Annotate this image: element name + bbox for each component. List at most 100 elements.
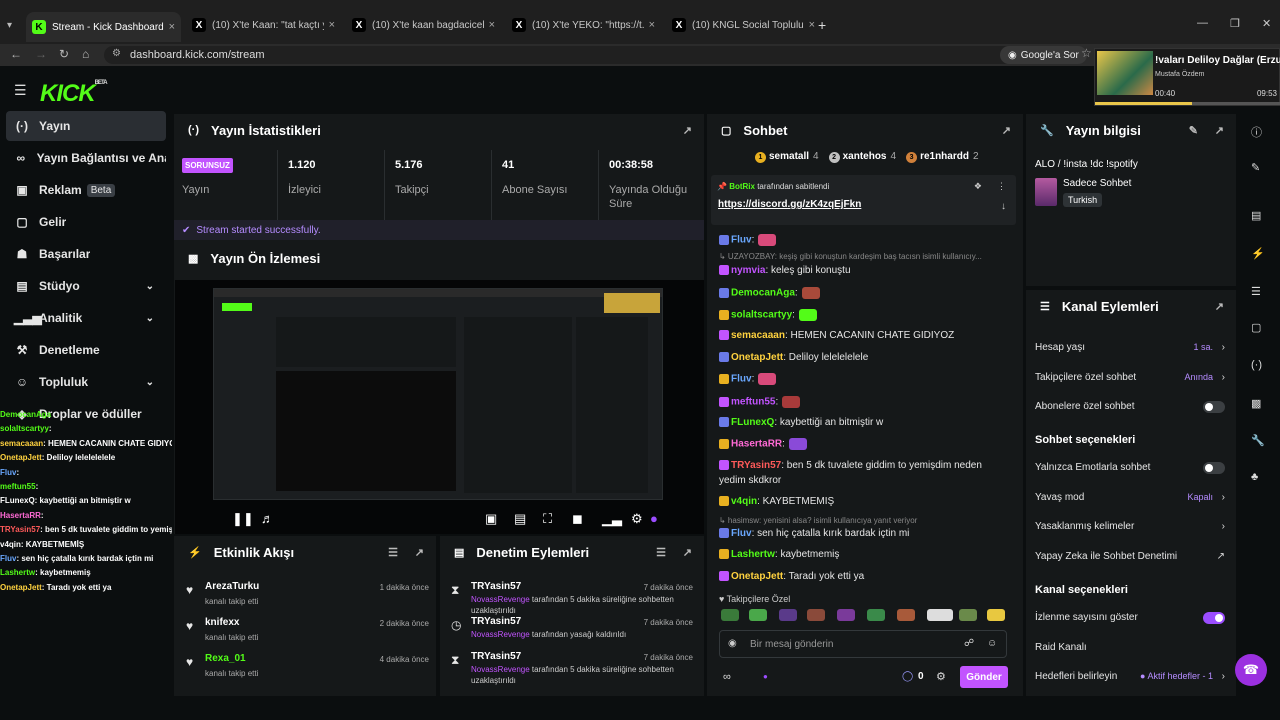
chat-username[interactable]: meftun55 <box>731 397 775 408</box>
restore-icon[interactable]: ❐ <box>1230 17 1240 30</box>
sidebar-item-2[interactable]: ∞ Yayın Bağlantısı ve Anahta <box>6 143 166 173</box>
chat-username[interactable]: DemocanAga <box>731 288 795 299</box>
channel-setting-row[interactable]: Hedefleri belirleyin ● Aktif hedefler - 1… <box>1035 671 1225 685</box>
collapse-icon[interactable]: ↓ <box>1001 201 1006 212</box>
external-link-icon[interactable]: ↗ <box>1217 551 1225 562</box>
leader-name[interactable]: xantehos <box>843 151 887 162</box>
channel-setting-row[interactable]: Takipçilere özel sohbet Anında › <box>1035 372 1225 386</box>
signal-icon[interactable]: ▁▃ <box>602 511 622 527</box>
popout-icon[interactable]: ↗ <box>415 546 424 559</box>
sidebar-item-7[interactable]: ▁▃▅ Analitik ⌄ <box>6 303 166 333</box>
chat-username[interactable]: OnetapJett <box>731 352 783 363</box>
sidebar-item-4[interactable]: ▢ Gelir <box>6 207 166 237</box>
support-chat-icon[interactable]: ☎ <box>1235 654 1267 686</box>
new-tab-button[interactable]: + <box>812 14 832 36</box>
more-icon[interactable]: ⋮ <box>997 181 1006 192</box>
site-info-icon[interactable]: ⚙ <box>112 48 121 59</box>
modlog-user[interactable]: TRYasin57 <box>471 581 521 592</box>
filter-icon[interactable]: ☰ <box>388 546 398 559</box>
popout-icon[interactable]: ↗ <box>683 124 692 137</box>
sidebar-item-6[interactable]: ▤ Stüdyo ⌄ <box>6 271 166 301</box>
fullscreen-icon[interactable]: ⛶ <box>543 511 552 527</box>
chat-username[interactable]: HasertaRR <box>731 439 782 450</box>
tab-close-icon[interactable]: × <box>169 21 175 33</box>
tab-3[interactable]: X (10) X'te kaan bagdacicek: "ser × <box>346 14 501 36</box>
pip-progress-bar[interactable] <box>1095 102 1280 105</box>
tab-4[interactable]: X (10) X'te YEKO: "https://t.co/W3 × <box>506 14 661 36</box>
activity-name[interactable]: knifexx <box>205 617 239 628</box>
tab-2[interactable]: X (10) X'te Kaan: "tat kaçtı ya http × <box>186 14 341 36</box>
google-ask-button[interactable]: ◉ Google'a Sor <box>1000 46 1087 64</box>
list-icon[interactable]: ☰ <box>1251 285 1261 298</box>
chat-username[interactable]: nymvia <box>731 265 765 276</box>
chat-username[interactable]: solaltscartyy <box>731 310 792 321</box>
broadcast-icon[interactable]: (·) <box>1251 359 1262 371</box>
pinned-message[interactable]: 📌 BotRix tarafından sabitlendi https://d… <box>711 175 1016 225</box>
sidebar-item-8[interactable]: ⚒ Denetleme <box>6 335 166 365</box>
chevron-right-icon[interactable]: › <box>1222 671 1225 682</box>
send-button[interactable]: Gönder <box>960 666 1008 688</box>
chat-settings-icon[interactable]: ◉ <box>728 638 737 649</box>
tab-5[interactable]: X(10) KNGL Social Topluluk / X× <box>666 14 821 36</box>
channel-setting-row[interactable]: Yavaş mod Kapalı › <box>1035 492 1225 506</box>
modlog-actor[interactable]: NovassRevenge <box>471 665 530 674</box>
popout-icon[interactable]: ↗ <box>1215 124 1224 137</box>
chat-username[interactable]: OnetapJett <box>731 571 783 582</box>
forward-icon[interactable]: → <box>35 47 47 61</box>
back-icon[interactable]: ← <box>10 47 22 61</box>
category-thumbnail[interactable] <box>1035 178 1057 206</box>
chat-username[interactable]: Fluv <box>731 374 752 385</box>
mute-icon[interactable]: ♬ <box>261 511 274 526</box>
chat-username[interactable]: semacaaan <box>731 330 785 341</box>
translate-icon[interactable]: ☍ <box>964 638 974 649</box>
chevron-down-icon[interactable]: ⌄ <box>146 313 154 324</box>
channel-setting-row[interactable]: Yasaklanmış kelimeler › <box>1035 521 1225 535</box>
emote-bar[interactable] <box>719 607 1009 625</box>
sidebar-item-1[interactable]: (·) Yayın <box>6 111 166 141</box>
chat-username[interactable]: Lashertw <box>731 549 775 560</box>
tab-close-icon[interactable]: × <box>649 19 655 31</box>
settings-gear-icon[interactable]: ⚙ <box>631 511 643 527</box>
menu-hamburger-icon[interactable]: ☰ <box>14 82 27 99</box>
tab-1[interactable]: K Stream - Kick Dashboard × <box>26 12 181 42</box>
category-name[interactable]: Sadece Sohbet <box>1063 178 1131 189</box>
shapes-icon[interactable]: ♣ <box>1251 471 1258 483</box>
tab-close-icon[interactable]: × <box>329 19 335 31</box>
sidebar-item-3[interactable]: ▣ Reklam Beta <box>6 175 166 205</box>
unpin-icon[interactable]: ❖ <box>974 181 982 192</box>
popout-icon[interactable]: ↗ <box>683 546 692 559</box>
popout-icon[interactable]: ↗ <box>1002 124 1011 137</box>
chat-username[interactable]: TRYasin57 <box>731 460 781 471</box>
chat-icon[interactable]: ▢ <box>1251 321 1261 334</box>
channel-setting-row[interactable]: Raid Kanalı <box>1035 642 1225 656</box>
pencil-icon[interactable]: ✎ <box>1251 161 1260 174</box>
channel-setting-row[interactable]: Yapay Zeka ile Sohbet Denetimi ↗ <box>1035 551 1225 565</box>
picture-in-picture-player[interactable]: !vaları Deliloy Dağlar (Erzuru Mustafa Ö… <box>1094 48 1280 106</box>
chat-username[interactable]: FLunexQ <box>731 417 774 428</box>
modlog-user[interactable]: TRYasin57 <box>471 616 521 627</box>
toggle-switch[interactable] <box>1203 612 1225 624</box>
activity-name[interactable]: ArezaTurku <box>205 581 259 592</box>
emoji-icon[interactable]: ☺ <box>987 638 997 649</box>
leader-name[interactable]: sematall <box>769 151 809 162</box>
camera-icon[interactable]: ◼ <box>572 511 583 527</box>
chevron-right-icon[interactable]: › <box>1222 342 1225 353</box>
chevron-right-icon[interactable]: › <box>1222 521 1225 532</box>
stream-preview-video[interactable] <box>175 280 704 534</box>
chat-username[interactable]: v4qin <box>731 496 757 507</box>
activity-name[interactable]: Rexa_01 <box>205 653 246 664</box>
close-window-icon[interactable]: ✕ <box>1262 17 1271 30</box>
filter-icon[interactable]: ☰ <box>656 546 666 559</box>
channel-setting-row[interactable]: İzlenme sayısını göster <box>1035 612 1225 626</box>
modlog-actor[interactable]: NovassRevenge <box>471 595 530 604</box>
tab-close-icon[interactable]: × <box>489 19 495 31</box>
emote-menu-icon[interactable]: ∞ <box>723 671 731 683</box>
channel-setting-row[interactable]: Hesap yaşı 1 sa. › <box>1035 342 1225 356</box>
chevron-right-icon[interactable]: › <box>1222 372 1225 383</box>
sidebar-item-5[interactable]: ☗ Başarılar <box>6 239 166 269</box>
theater-icon[interactable]: ▣ <box>485 511 497 527</box>
modlog-actor[interactable]: NovassRevenge <box>471 630 530 639</box>
url-field[interactable]: dashboard.kick.com/stream <box>104 46 1084 64</box>
pinned-link[interactable]: https://discord.gg/zK4zqEjFkn <box>718 199 861 210</box>
toggle-switch[interactable] <box>1203 462 1225 474</box>
